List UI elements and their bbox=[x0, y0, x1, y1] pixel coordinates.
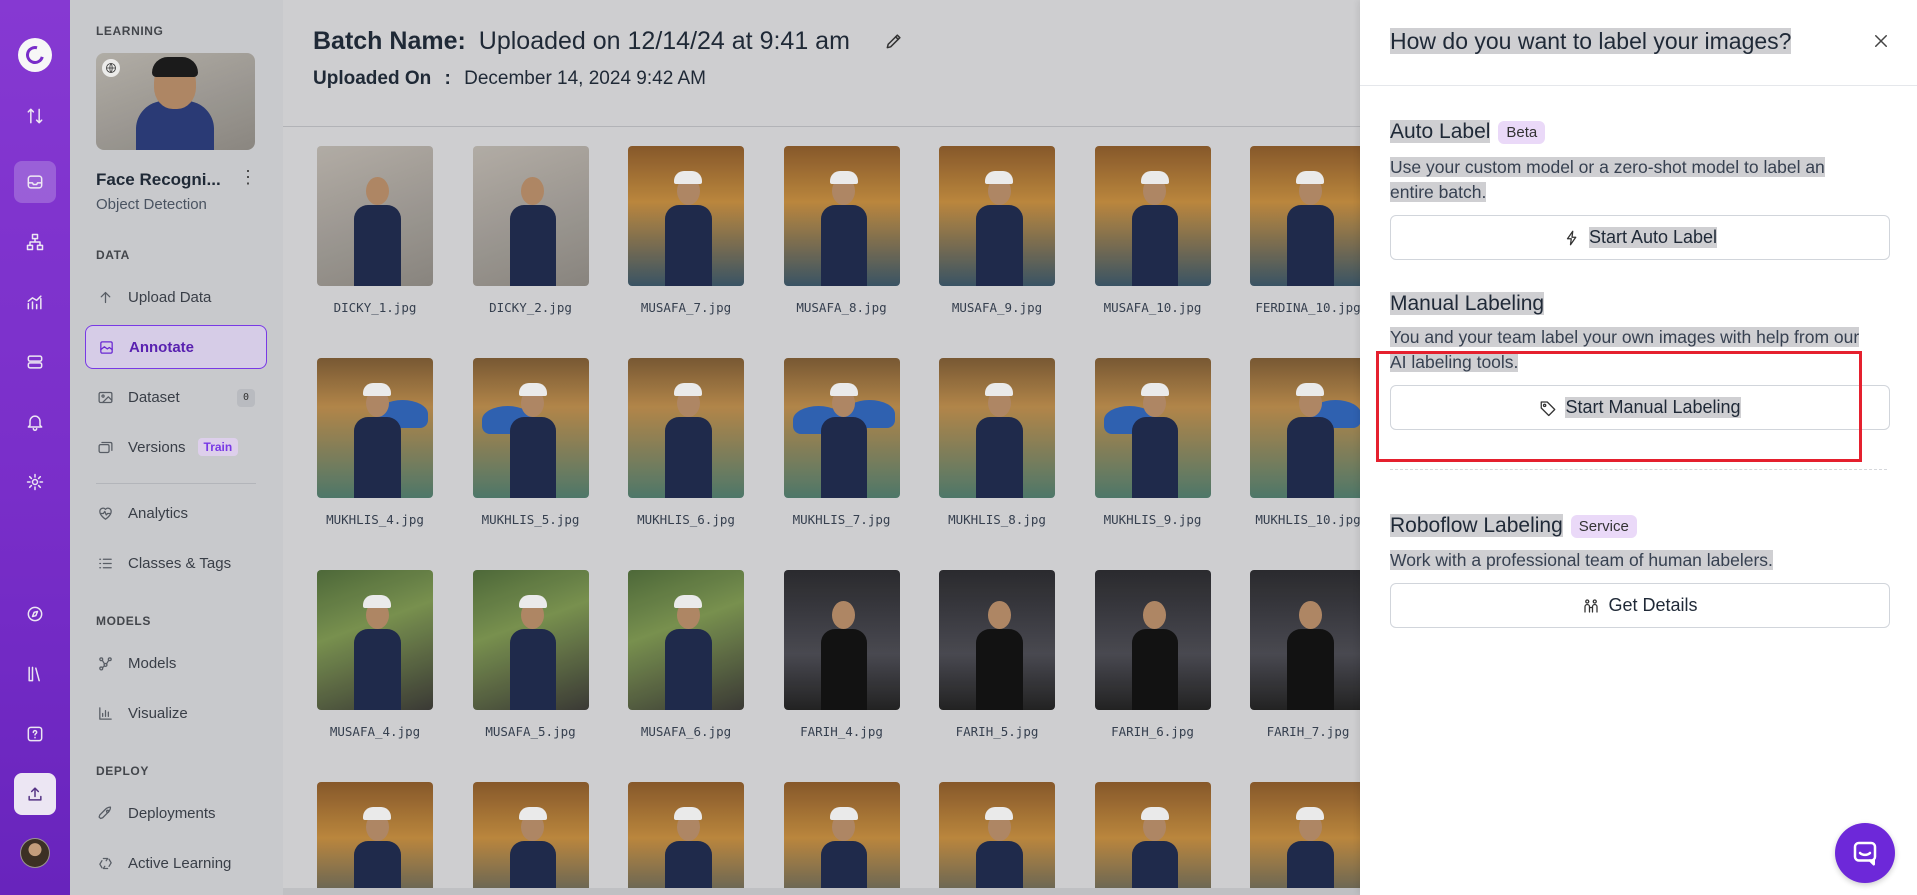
get-details-button[interactable]: Get Details bbox=[1390, 583, 1890, 628]
beta-tag: Beta bbox=[1498, 120, 1546, 144]
team-icon bbox=[1584, 598, 1599, 613]
chat-support-icon[interactable] bbox=[1835, 823, 1895, 883]
roboflow-labeling-title: Roboflow Labeling Service bbox=[1390, 514, 1637, 538]
service-tag: Service bbox=[1570, 514, 1637, 538]
drawer-title: How do you want to label your images? bbox=[1390, 28, 1792, 54]
section-divider bbox=[1390, 469, 1887, 470]
auto-label-title: Auto Label Beta bbox=[1390, 120, 1546, 144]
highlight-box bbox=[1376, 351, 1862, 462]
auto-label-description: Use your custom model or a zero-shot mod… bbox=[1390, 157, 1825, 202]
modal-backdrop[interactable] bbox=[0, 0, 1360, 895]
roboflow-labeling-description: Work with a professional team of human l… bbox=[1390, 550, 1773, 570]
close-icon[interactable] bbox=[1872, 32, 1894, 54]
lightning-icon bbox=[1566, 230, 1577, 245]
manual-labeling-title: Manual Labeling bbox=[1390, 292, 1545, 315]
drawer-header: How do you want to label your images? bbox=[1360, 0, 1917, 86]
start-auto-label-button[interactable]: Start Auto Label bbox=[1390, 215, 1890, 260]
